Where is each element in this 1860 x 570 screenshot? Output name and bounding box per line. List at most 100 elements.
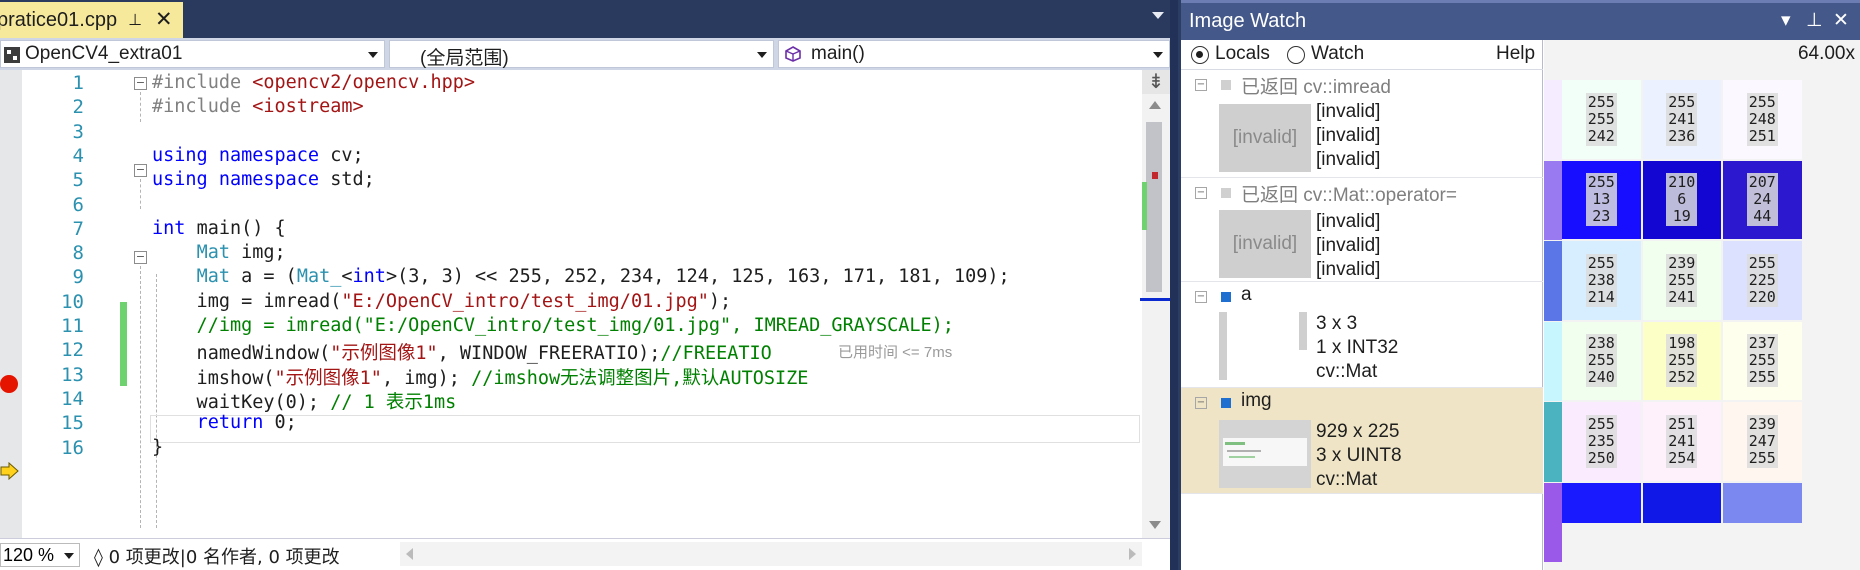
line-number: 10	[61, 290, 84, 313]
pixel-cell[interactable]: 255 248 251	[1723, 80, 1802, 159]
help-link[interactable]: Help	[1496, 43, 1535, 65]
collapse-icon[interactable]: −	[1195, 291, 1207, 303]
code-token: "示例图像1"	[330, 343, 438, 365]
scope-dropdown[interactable]: (全局范围)	[389, 40, 774, 69]
code-line[interactable]: #include <opencv2/opencv.hpp>	[152, 72, 475, 93]
entry-info: 929 x 225 3 x UINT8 cv::Mat	[1316, 420, 1402, 492]
pixel-cell[interactable]	[1723, 482, 1802, 523]
breakpoint-margin[interactable]	[0, 70, 22, 538]
locals-label[interactable]: Locals	[1215, 43, 1270, 65]
code-line[interactable]: //img = imread("E:/OpenCV_intro/test_img…	[152, 315, 954, 336]
code-line[interactable]: Mat img;	[152, 242, 286, 263]
code-line[interactable]: return 0;	[152, 412, 297, 433]
line-number: 14	[61, 387, 84, 410]
scroll-up-icon[interactable]	[1148, 100, 1162, 110]
window-menu-icon[interactable]: ▾	[1781, 9, 1791, 31]
code-line[interactable]: img = imread("E:/OpenCV_intro/test_img/0…	[152, 290, 732, 312]
info-line: 929 x 225	[1316, 421, 1400, 442]
pixel-channel: 220	[1748, 287, 1776, 306]
close-icon[interactable]: ✕	[1833, 9, 1849, 31]
codelens-changes[interactable]: ◊ 0 项更改|0 名作者, 0 项更改	[94, 543, 340, 569]
perf-tip[interactable]: 已用时间 <= 7ms	[838, 341, 952, 362]
pixel-cell[interactable]	[1642, 482, 1721, 523]
code-line[interactable]: using namespace std;	[152, 169, 375, 190]
pixel-channel: 255	[1748, 92, 1776, 111]
collapse-icon[interactable]: −	[1195, 397, 1207, 409]
entry-marker	[1221, 398, 1231, 408]
pixel-cell[interactable]: 255 241 236	[1642, 80, 1721, 159]
pixel-cell[interactable]: 255 238 214	[1562, 241, 1641, 320]
horizontal-scrollbar[interactable]	[400, 542, 1142, 566]
caret-position-marker	[1140, 298, 1170, 301]
fold-toggle-icon[interactable]: −	[134, 164, 147, 177]
watch-radio[interactable]	[1287, 46, 1305, 64]
pixel-cell[interactable]: 251 241 254	[1642, 402, 1721, 481]
pixel-cell[interactable]: 238 255 240	[1562, 321, 1641, 400]
breakpoint-icon[interactable]	[0, 375, 18, 393]
project-dropdown[interactable]: OpenCV4_extra01	[0, 40, 385, 68]
method-cube-icon	[785, 46, 801, 62]
code-line[interactable]: using namespace cv;	[152, 145, 364, 166]
split-window-icon[interactable]: ⇟	[1142, 70, 1170, 94]
pixel-cell[interactable]: 255 13 23	[1562, 160, 1641, 239]
pixel-channel: 13	[1592, 190, 1611, 209]
change-indicator	[120, 302, 127, 386]
breakpoint-marker	[1152, 172, 1158, 179]
document-tab-title: pratice01.cpp	[0, 8, 118, 31]
function-dropdown[interactable]: main()	[778, 40, 1170, 68]
scroll-down-icon[interactable]	[1148, 520, 1162, 530]
pixel-grid[interactable]: 255 255 242 255 241 236 255 248 251 255 13 23 210 6 19…	[1544, 70, 1860, 570]
pixel-cell[interactable]	[1562, 482, 1641, 523]
pixel-cell[interactable]: 239 255 241	[1642, 241, 1721, 320]
fold-guide	[140, 179, 141, 209]
pixel-cell[interactable]: 255 255 242	[1562, 80, 1641, 159]
collapse-icon[interactable]: −	[1195, 187, 1207, 199]
code-line[interactable]: imshow("示例图像1", img); //imshow无法调整图片,默认A…	[152, 364, 809, 390]
scrollbar-thumb[interactable]	[1146, 122, 1162, 292]
watch-label[interactable]: Watch	[1311, 43, 1364, 65]
line-number: 15	[61, 412, 84, 435]
pixel-cell[interactable]: 255 235 250	[1562, 402, 1641, 481]
code-line[interactable]: Mat a = (Mat_<int>(3, 3) << 255, 252, 23…	[152, 266, 1010, 287]
code-token: );	[708, 290, 732, 312]
pixel-cell[interactable]: 239 247 255	[1723, 402, 1802, 481]
pixel-channel: 23	[1592, 207, 1611, 226]
pin-tab-icon[interactable]: ⊣	[125, 13, 144, 27]
fold-toggle-icon[interactable]: −	[134, 251, 147, 264]
pixel-channel: 255	[1587, 109, 1615, 128]
document-tab[interactable]: pratice01.cpp ⊣ ✕	[0, 2, 183, 38]
watch-entry[interactable]: − a 3 x 3 1 x INT32 cv::Mat	[1181, 282, 1543, 388]
pin-icon[interactable]: ⊥	[1806, 9, 1823, 31]
image-preview	[1219, 420, 1311, 488]
pixel-channel: 255	[1748, 351, 1776, 370]
code-line[interactable]: }	[152, 437, 163, 458]
code-line[interactable]: namedWindow("示例图像1", WINDOW_FREERATIO);/…	[152, 339, 772, 365]
code-token: <	[341, 266, 353, 288]
pixel-channel: 255	[1748, 448, 1776, 467]
code-line[interactable]: int main() {	[152, 218, 286, 239]
watch-entry-selected[interactable]: − img 929 x 225 3 x UINT8 cv::Mat	[1181, 388, 1543, 494]
pixel-cell[interactable]: 210 6 19	[1642, 160, 1721, 239]
row-color-strip	[1544, 241, 1562, 321]
code-line[interactable]: waitKey(0); // 1 表示1ms	[152, 388, 457, 414]
image-viewer[interactable]: 64.00x 255 255 242 255 241 236 255 248 251 255 13 2…	[1544, 40, 1860, 570]
code-token: //imshow无法调整图片,默认AUTOSIZE	[471, 367, 809, 389]
collapse-icon[interactable]: −	[1195, 79, 1207, 91]
zoom-dropdown[interactable]: 120 %	[0, 543, 80, 567]
current-line-highlight	[150, 415, 1140, 443]
pixel-channel: 254	[1668, 448, 1696, 467]
pixel-cell[interactable]: 255 225 220	[1723, 241, 1802, 320]
locals-radio[interactable]	[1191, 46, 1209, 64]
pixel-cell[interactable]: 237 255 255	[1723, 321, 1802, 400]
code-token: main() {	[196, 217, 286, 239]
watch-entry[interactable]: − 已返回 cv::imread [invalid] [invalid] [in…	[1181, 70, 1543, 178]
code-line[interactable]: #include <iostream>	[152, 96, 364, 117]
line-number: 6	[72, 193, 84, 216]
close-tab-icon[interactable]: ✕	[155, 7, 173, 31]
watch-entry[interactable]: − 已返回 cv::Mat::operator= [invalid] [inva…	[1181, 178, 1543, 282]
fold-toggle-icon[interactable]: −	[134, 77, 147, 90]
line-number: 2	[72, 96, 84, 119]
tab-overflow-dropdown-icon[interactable]	[1152, 12, 1164, 19]
pixel-cell[interactable]: 198 255 252	[1642, 321, 1721, 400]
pixel-cell[interactable]: 207 24 44	[1723, 160, 1802, 239]
